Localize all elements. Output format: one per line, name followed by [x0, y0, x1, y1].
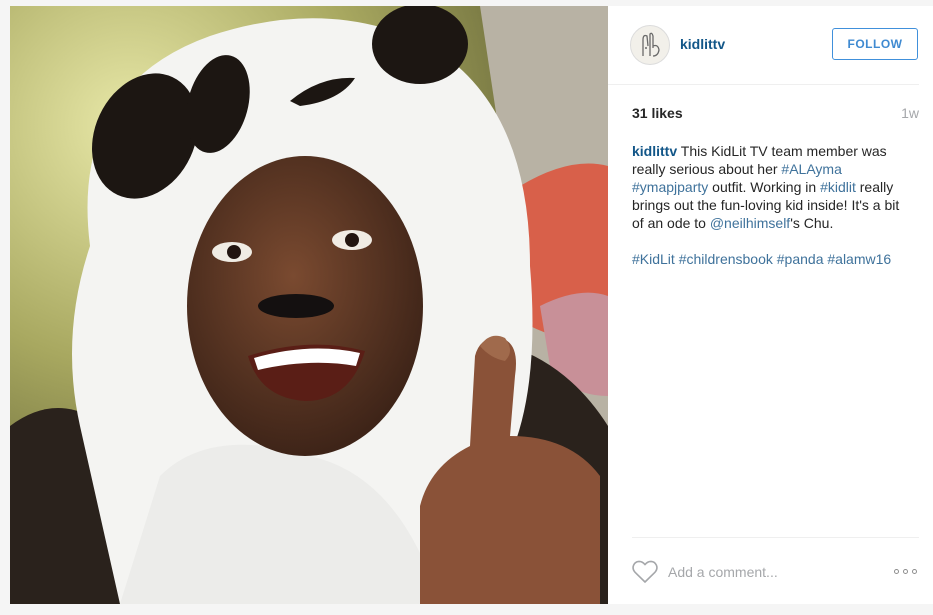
- post-details-panel: kidlittv FOLLOW 31 likes 1w kidlittv Thi…: [608, 6, 933, 604]
- caption-hashtags: #KidLit #childrensbook #panda #alamw16: [632, 250, 914, 268]
- caption-username-link[interactable]: kidlittv: [632, 143, 677, 159]
- follow-button[interactable]: FOLLOW: [832, 28, 918, 60]
- hashtag-kidlit-upper[interactable]: #KidLit: [632, 251, 675, 267]
- heart-outline: [632, 560, 658, 583]
- post-viewer: kidlittv FOLLOW 31 likes 1w kidlittv Thi…: [0, 0, 933, 615]
- hashtag-alayma[interactable]: #ALAyma: [781, 161, 841, 177]
- username-link[interactable]: kidlittv: [680, 36, 725, 52]
- comment-input[interactable]: [668, 561, 878, 583]
- more-dot: [894, 569, 899, 574]
- hashtag-alamw16[interactable]: #alamw16: [827, 251, 891, 267]
- more-dot: [912, 569, 917, 574]
- caption-text-part: 's Chu.: [790, 215, 834, 231]
- post-timestamp[interactable]: 1w: [901, 105, 919, 121]
- hashtag-childrensbook[interactable]: #childrensbook: [679, 251, 773, 267]
- caption-text: kidlittv This KidLit TV team member was …: [632, 142, 914, 232]
- post-photo[interactable]: [10, 6, 608, 604]
- more-options-icon[interactable]: [894, 568, 920, 576]
- likes-count[interactable]: 31 likes: [632, 105, 683, 121]
- heart-icon[interactable]: [632, 560, 658, 584]
- hashtag-kidlit[interactable]: #kidlit: [820, 179, 856, 195]
- caption-text-part: outfit. Working in: [708, 179, 821, 195]
- photo-panda-costume-selfie: [10, 6, 608, 604]
- post-header: kidlittv FOLLOW: [608, 6, 919, 85]
- hashtag-ymapjparty[interactable]: #ymapjparty: [632, 179, 708, 195]
- avatar[interactable]: [630, 25, 670, 65]
- avatar-illustration: [642, 32, 660, 57]
- post-caption: kidlittv This KidLit TV team member was …: [632, 142, 914, 268]
- mention-neilhimself[interactable]: @neilhimself: [710, 215, 790, 231]
- post-actions: [632, 537, 919, 605]
- more-dot: [903, 569, 908, 574]
- hashtag-panda[interactable]: #panda: [777, 251, 824, 267]
